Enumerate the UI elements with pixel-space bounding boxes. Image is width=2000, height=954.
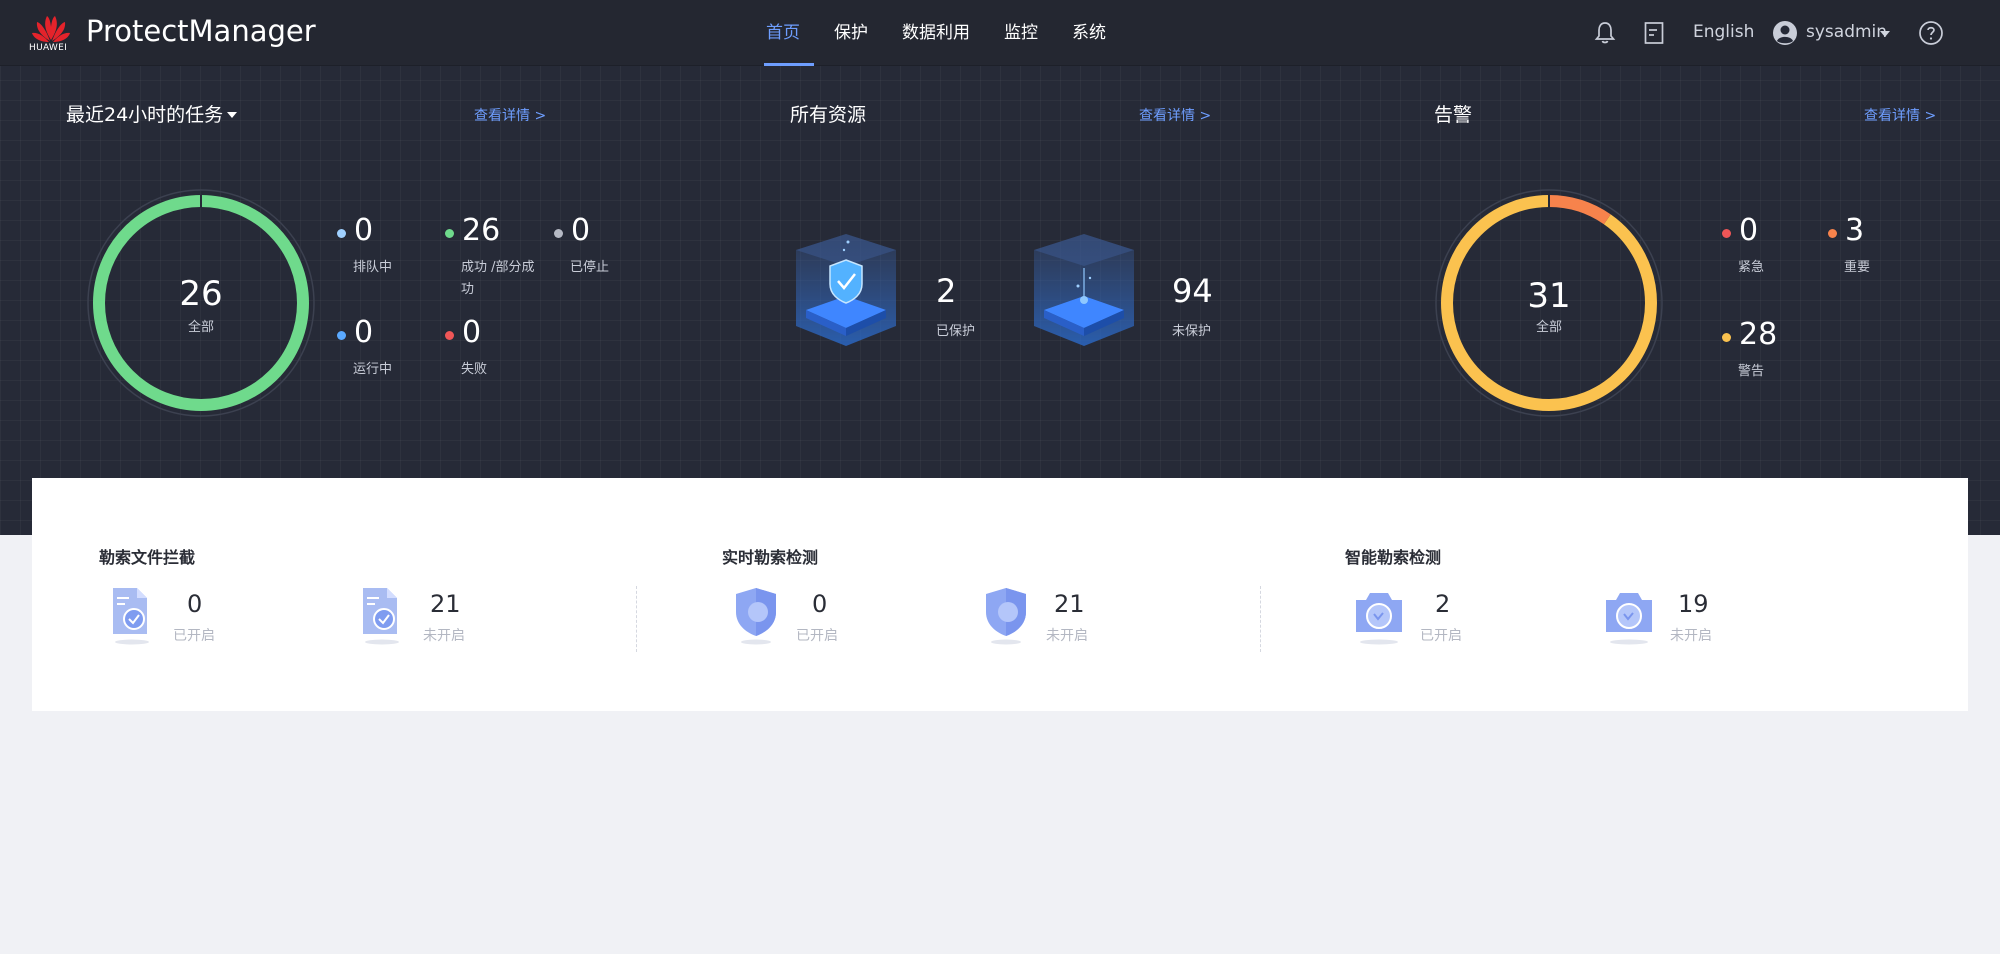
- major-value[interactable]: 3: [1845, 213, 1864, 248]
- smart-detect-title: 智能勒索检测: [1345, 548, 1442, 567]
- alarms-title: 告警: [1434, 104, 1473, 126]
- critical-label: 紧急: [1738, 260, 1765, 275]
- file-block-icon: [113, 588, 149, 645]
- section-divider: [636, 586, 637, 652]
- major-dot-icon: [1828, 229, 1837, 238]
- bell-icon[interactable]: [1592, 20, 1618, 46]
- alarms-total-value: 31: [1527, 276, 1571, 316]
- protected-label: 已保护: [936, 324, 976, 339]
- ransomware-panel: 勒索文件拦截 0 已开启 21 未开启 实时勒索检测 0 已开启 21 未开启 …: [32, 478, 1968, 711]
- queued-dot-icon: [337, 229, 346, 238]
- main-nav: 首页 保护 数据利用 监控 系统: [764, 0, 1140, 66]
- tasks-dropdown-icon[interactable]: [227, 112, 237, 118]
- username[interactable]: sysadmin: [1806, 22, 1887, 42]
- file-block-disabled-label: 未开启: [423, 628, 465, 644]
- alarms-detail-link[interactable]: 查看详情 >: [1864, 105, 1936, 125]
- brand-label: HUAWEI: [29, 43, 68, 53]
- camera-icon: [1606, 593, 1652, 645]
- smart-detect-disabled-label: 未开启: [1670, 628, 1712, 644]
- stopped-value[interactable]: 0: [571, 213, 590, 248]
- tasks-total-label: 全部: [187, 320, 214, 335]
- failed-value[interactable]: 0: [462, 315, 481, 350]
- file-block-enabled-value[interactable]: 0: [187, 590, 202, 618]
- smart-detect-enabled-value[interactable]: 2: [1435, 590, 1450, 618]
- success-dot-icon: [445, 229, 454, 238]
- user-avatar-icon[interactable]: [1772, 20, 1798, 46]
- resources-title: 所有资源: [790, 104, 867, 126]
- help-icon[interactable]: [1918, 20, 1944, 46]
- running-label: 运行中: [353, 362, 393, 377]
- unprotected-cube-icon: [1034, 234, 1134, 346]
- file-block-enabled-label: 已开启: [173, 628, 215, 644]
- shield-icon: [986, 588, 1026, 645]
- document-icon[interactable]: [1641, 20, 1667, 46]
- unprotected-label: 未保护: [1172, 324, 1212, 339]
- resources-detail-link[interactable]: 查看详情 >: [1139, 105, 1211, 125]
- unprotected-value[interactable]: 94: [1172, 272, 1213, 310]
- user-menu-caret-icon[interactable]: [1880, 31, 1890, 37]
- protected-cube-icon: [796, 234, 896, 346]
- nav-system[interactable]: 系统: [1072, 0, 1106, 66]
- critical-dot-icon: [1722, 229, 1731, 238]
- smart-detect-disabled-value[interactable]: 19: [1678, 590, 1709, 618]
- warning-dot-icon: [1722, 333, 1731, 342]
- camera-icon: [1356, 593, 1402, 645]
- nav-data-utilization[interactable]: 数据利用: [902, 0, 970, 66]
- queued-value[interactable]: 0: [354, 213, 373, 248]
- section-divider: [1260, 586, 1261, 652]
- file-block-icon: [363, 588, 399, 645]
- stopped-dot-icon: [554, 229, 563, 238]
- alarms-total-label: 全部: [1535, 320, 1562, 335]
- nav-protect[interactable]: 保护: [834, 0, 868, 66]
- critical-value[interactable]: 0: [1739, 213, 1758, 248]
- warning-label: 警告: [1738, 364, 1765, 379]
- failed-label: 失败: [461, 362, 488, 377]
- realtime-detect-enabled-value[interactable]: 0: [812, 590, 827, 618]
- queued-label: 排队中: [353, 260, 393, 275]
- language-switch[interactable]: English: [1693, 22, 1754, 42]
- tasks-title[interactable]: 最近24小时的任务: [66, 100, 223, 127]
- stopped-label: 已停止: [570, 260, 610, 275]
- app-title: ProtectManager: [86, 14, 316, 48]
- success-label: 成功 /部分成功: [461, 260, 535, 297]
- warning-value[interactable]: 28: [1739, 317, 1777, 352]
- realtime-detect-disabled-value[interactable]: 21: [1054, 590, 1085, 618]
- nav-home[interactable]: 首页: [764, 0, 814, 66]
- failed-dot-icon: [445, 331, 454, 340]
- realtime-detect-disabled-label: 未开启: [1046, 628, 1088, 644]
- running-dot-icon: [337, 331, 346, 340]
- realtime-detect-enabled-label: 已开启: [796, 628, 838, 644]
- dashboard-hero: HUAWEI ProtectManager 首页 保护 数据利用 监控 系统 E…: [0, 0, 2000, 535]
- nav-monitor[interactable]: 监控: [1004, 0, 1038, 66]
- running-value[interactable]: 0: [354, 315, 373, 350]
- tasks-detail-link[interactable]: 查看详情 >: [474, 105, 546, 125]
- top-bar: HUAWEI ProtectManager 首页 保护 数据利用 监控 系统 E…: [0, 0, 2000, 66]
- smart-detect-enabled-label: 已开启: [1420, 628, 1462, 644]
- realtime-detect-title: 实时勒索检测: [722, 548, 819, 567]
- file-block-disabled-value[interactable]: 21: [430, 590, 461, 618]
- shield-icon: [736, 588, 776, 645]
- file-block-title: 勒索文件拦截: [99, 548, 196, 567]
- protected-value[interactable]: 2: [936, 272, 956, 310]
- tasks-total-value: 26: [179, 274, 223, 314]
- major-label: 重要: [1844, 260, 1871, 275]
- success-value[interactable]: 26: [462, 213, 500, 248]
